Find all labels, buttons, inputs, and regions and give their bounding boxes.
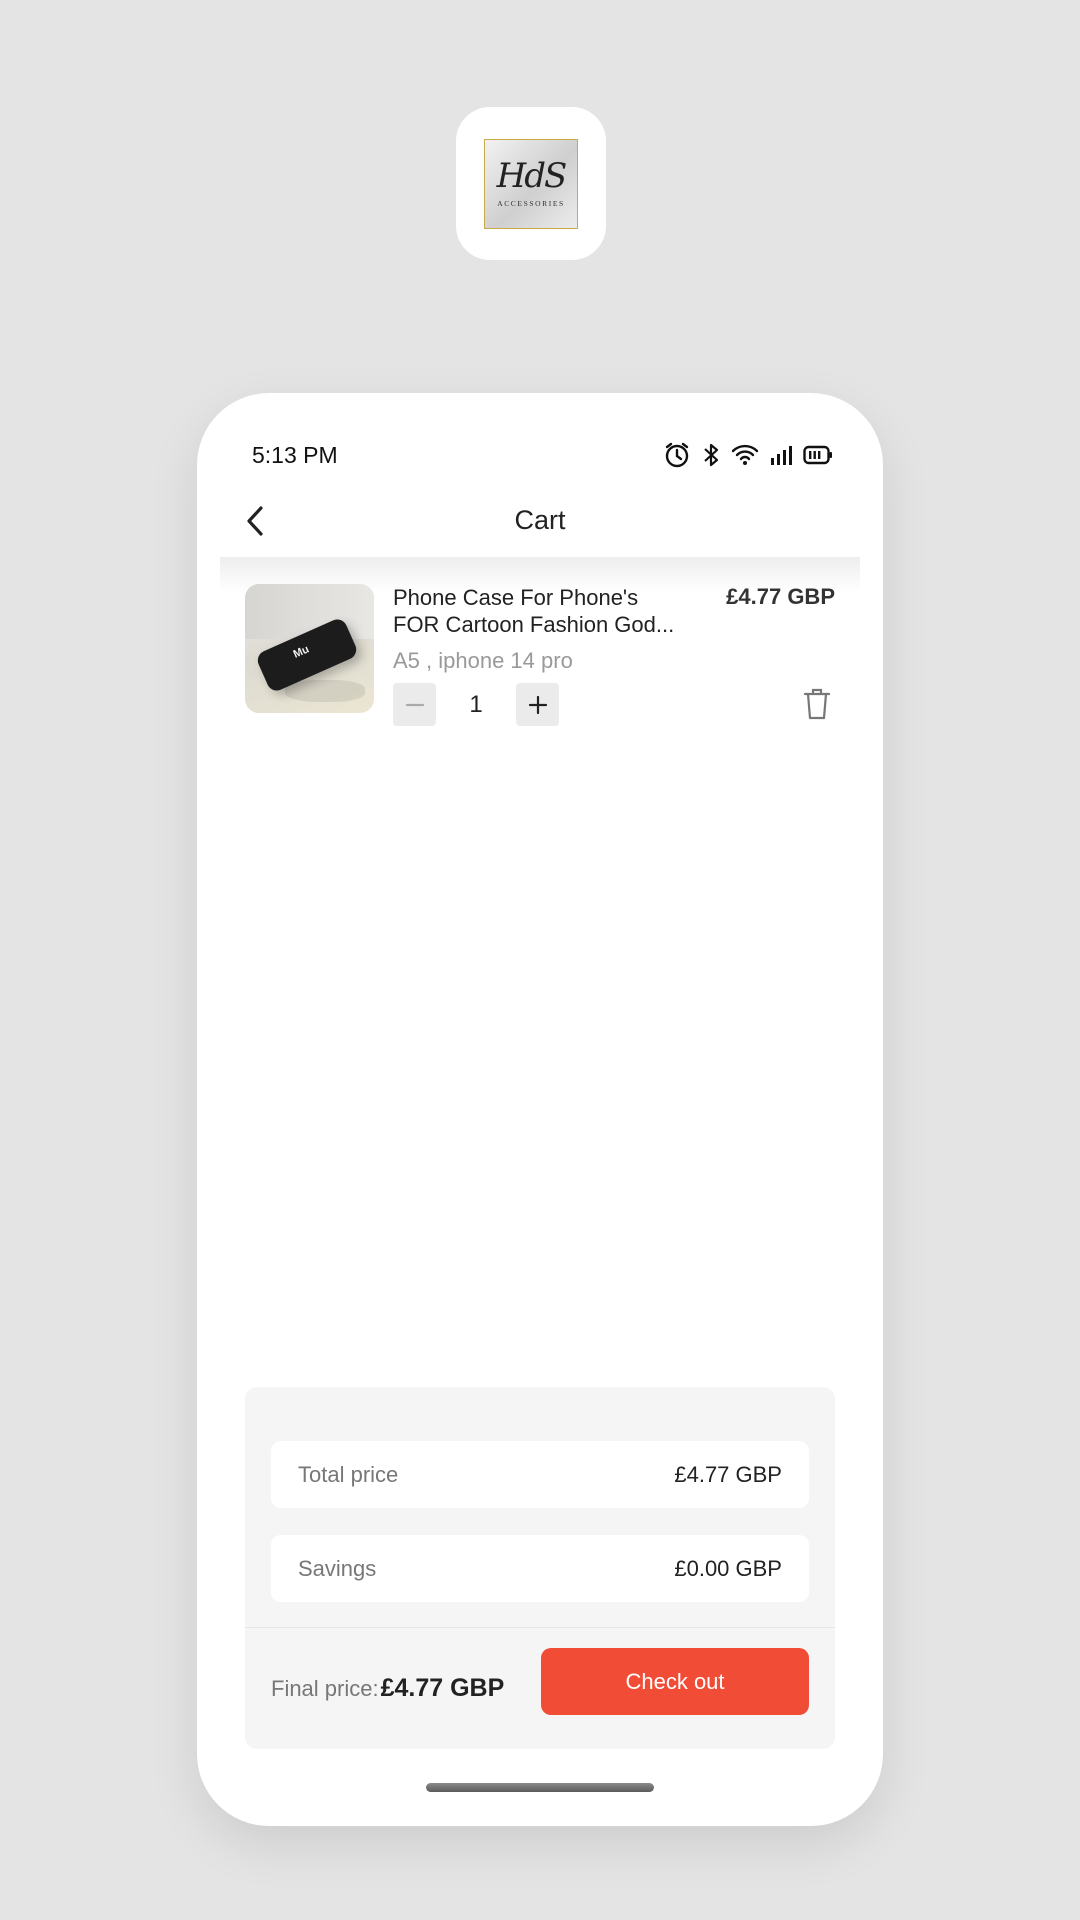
quantity-value: 1	[469, 690, 483, 718]
product-price: £4.77 GBP	[726, 584, 835, 609]
home-indicator[interactable]	[426, 1783, 654, 1792]
summary-divider	[245, 1627, 835, 1628]
final-price-label: Final price:	[271, 1676, 379, 1701]
final-price-value: £4.77 GBP	[380, 1674, 505, 1702]
total-price-label: Total price	[298, 1461, 399, 1487]
savings-label: Savings	[298, 1555, 377, 1581]
plus-icon	[528, 695, 547, 714]
status-time: 5:13 PM	[252, 441, 338, 468]
status-bar: 5:13 PM	[252, 433, 833, 477]
logo-subtitle: ACCESSORIES	[497, 199, 565, 208]
product-title-line1: Phone Case For Phone's	[393, 585, 639, 610]
phone-frame: 5:13 PM Cart Mu Phone Case For Phone's F…	[197, 393, 883, 1826]
alarm-icon	[663, 441, 691, 469]
minus-icon	[405, 703, 424, 706]
product-title-line2: FOR Cartoon Fashion God...	[393, 612, 675, 637]
logo-mark: HdS	[496, 156, 568, 196]
total-price-row: Total price £4.77 GBP	[271, 1441, 809, 1508]
product-thumbnail[interactable]: Mu	[245, 584, 374, 713]
nav-bar: Cart	[197, 493, 883, 553]
quantity-stepper: 1	[393, 683, 559, 726]
store-logo: HdS ACCESSORIES	[484, 138, 578, 229]
product-variant: A5 , iphone 14 pro	[393, 648, 573, 673]
status-icons	[663, 441, 833, 469]
signal-icon	[769, 443, 793, 467]
final-price: Final price: £4.77 GBP	[271, 1674, 504, 1703]
savings-row: Savings £0.00 GBP	[271, 1535, 809, 1602]
app-icon: HdS ACCESSORIES	[456, 107, 606, 260]
page-title: Cart	[514, 505, 566, 535]
cart-item: Mu Phone Case For Phone's FOR Cartoon Fa…	[245, 584, 835, 734]
checkout-button[interactable]: Check out	[541, 1648, 809, 1715]
battery-icon	[803, 444, 833, 466]
order-summary: Total price £4.77 GBP Savings £0.00 GBP …	[245, 1387, 835, 1749]
decrease-quantity-button[interactable]	[393, 683, 436, 726]
product-title[interactable]: Phone Case For Phone's FOR Cartoon Fashi…	[393, 584, 703, 638]
trash-icon	[803, 688, 831, 720]
total-price-value: £4.77 GBP	[674, 1461, 782, 1487]
bluetooth-icon	[701, 441, 721, 469]
wifi-icon	[731, 443, 759, 467]
increase-quantity-button[interactable]	[516, 683, 559, 726]
delete-item-button[interactable]	[799, 684, 835, 724]
savings-value: £0.00 GBP	[674, 1555, 782, 1581]
